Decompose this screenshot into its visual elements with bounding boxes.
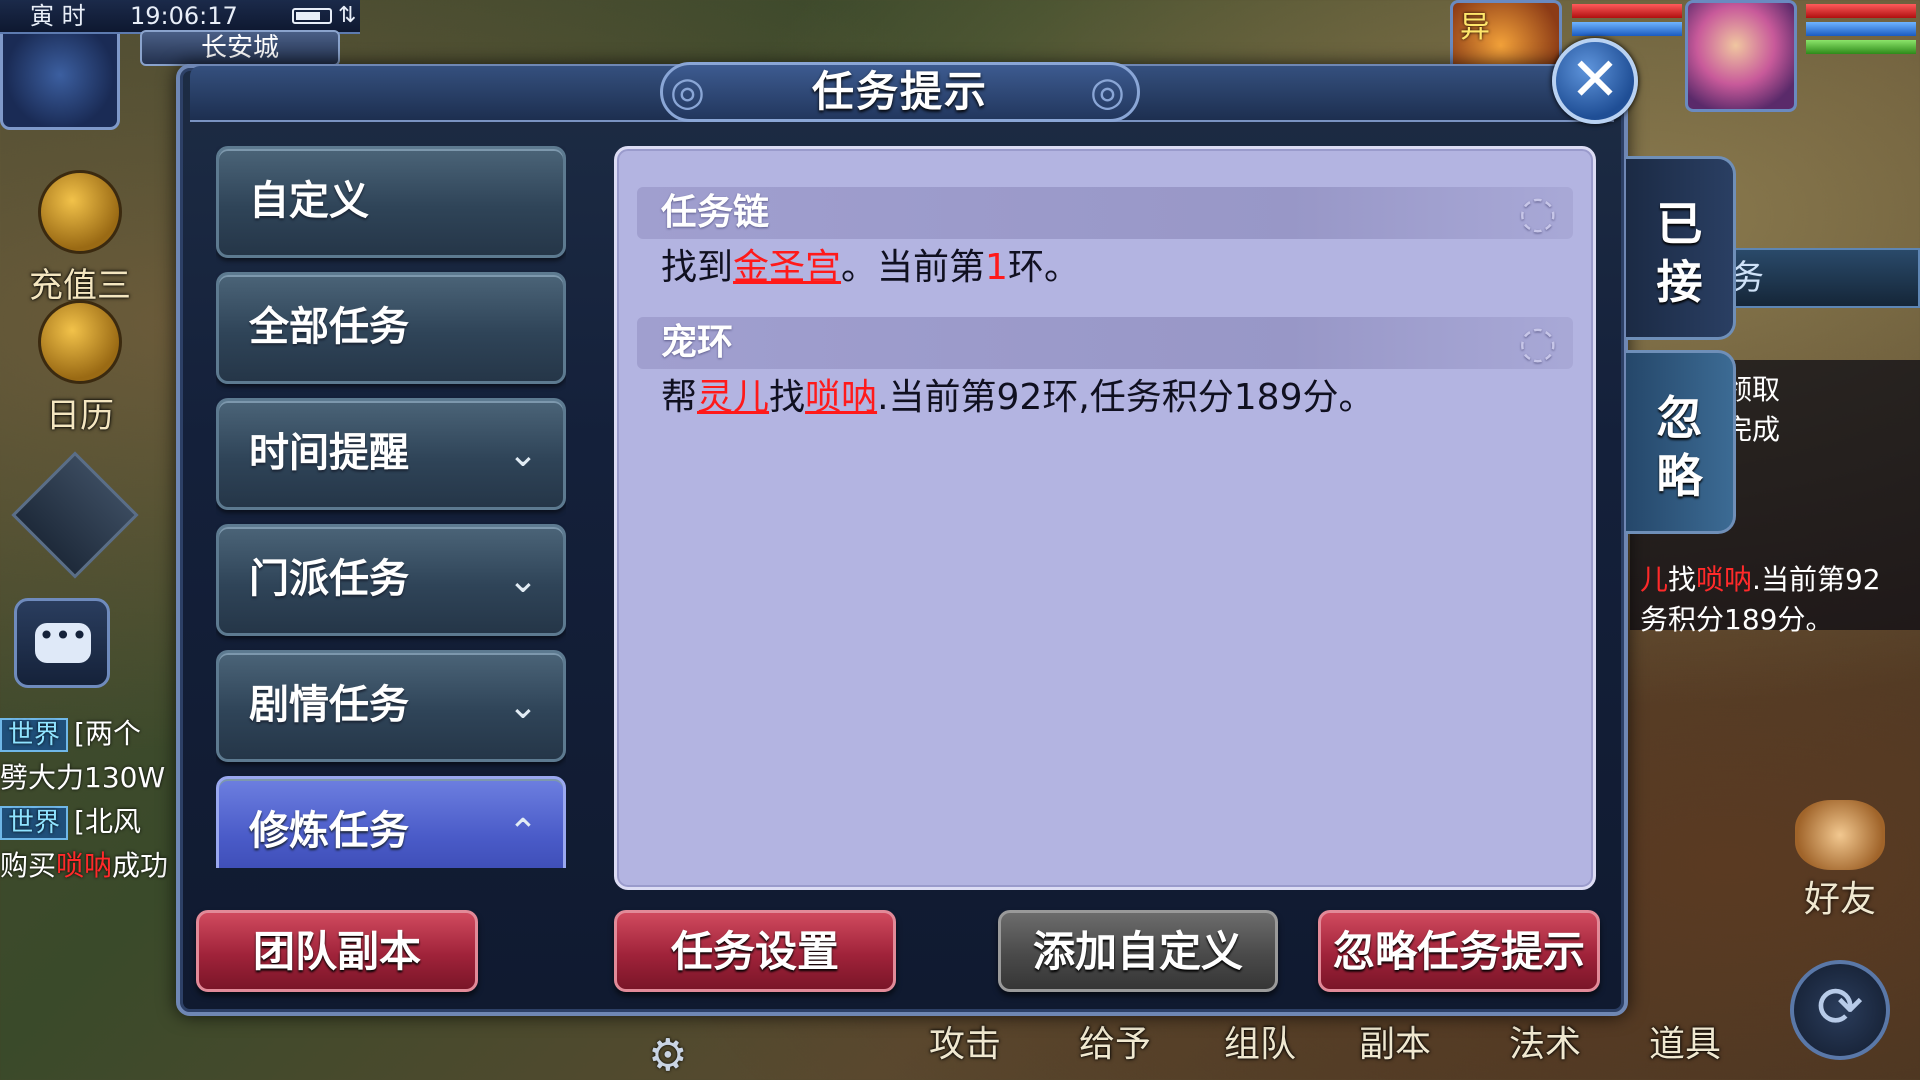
chevron-down-icon: ⌄ (507, 686, 539, 727)
calendar-icon (38, 300, 122, 384)
category-time-reminder[interactable]: 时间提醒 ⌄ (216, 398, 566, 510)
collapse-hud-button[interactable] (11, 451, 139, 579)
status-bar: 寅 时 19:06:17 ⇅ (0, 0, 360, 34)
category-cultivation-tasks[interactable]: 修炼任务 ⌃ (216, 776, 566, 868)
category-all-tasks[interactable]: 全部任务 (216, 272, 566, 384)
pet-status-bars (1572, 4, 1682, 36)
tab-ignored[interactable]: 忽 略 (1626, 350, 1736, 534)
pet-hp-bar (1572, 4, 1682, 18)
channel-tag: 世界 (0, 806, 69, 840)
player-portrait[interactable] (1685, 0, 1797, 112)
cloud-ornament-icon: ◌ (1518, 317, 1557, 368)
category-label: 自定义 (249, 178, 369, 224)
signal-icon: ⇅ (338, 3, 357, 28)
items-button[interactable]: 道具 (1630, 1015, 1740, 1075)
npc-link[interactable]: 金圣宫 (733, 247, 841, 288)
chat-button[interactable]: ••• (14, 598, 110, 688)
category-label: 时间提醒 (249, 430, 409, 476)
npc-link[interactable]: 灵儿 (697, 377, 769, 418)
item-link[interactable]: 唢呐 (805, 377, 877, 418)
category-story-tasks[interactable]: 剧情任务 ⌄ (216, 650, 566, 762)
bottom-action-bar: 攻击 给予 组队 副本 法术 道具 (880, 1015, 1920, 1080)
cloud-ornament-icon: ◌ (1518, 187, 1557, 238)
task-settings-button[interactable]: 任务设置 (614, 910, 896, 992)
ignore-task-hints-button[interactable]: 忽略任务提示 (1318, 910, 1600, 992)
chat-bubble-icon: ••• (35, 622, 91, 663)
player-hp-bar (1806, 4, 1916, 18)
category-label: 剧情任务 (249, 682, 409, 728)
chevron-down-icon: ⌄ (507, 560, 539, 601)
player-exp-bar (1806, 40, 1916, 54)
category-sect-tasks[interactable]: 门派任务 ⌄ (216, 524, 566, 636)
channel-tag: 世界 (0, 718, 69, 752)
category-label: 修炼任务 (249, 808, 409, 854)
chat-line: 购买唢呐成功 (0, 849, 169, 882)
player-status-bars (1806, 4, 1916, 54)
give-button[interactable]: 给予 (1060, 1015, 1170, 1075)
chevron-up-icon: ⌃ (507, 812, 539, 853)
team-button[interactable]: 组队 (1205, 1015, 1315, 1075)
chat-line: 世界 [北风 (0, 800, 190, 844)
dialog-title: 任务提示 (811, 67, 988, 116)
tab-accepted[interactable]: 已 接 (1626, 156, 1736, 340)
attack-button[interactable]: 攻击 (910, 1015, 1020, 1075)
friends-button[interactable]: 好友 (1775, 800, 1905, 922)
tracker-line: 儿找唢呐.当前第92 (1640, 563, 1881, 596)
city-name[interactable]: 长安城 (140, 30, 340, 66)
calendar-button[interactable]: 日历 (20, 300, 140, 437)
task-detail-panel[interactable]: 任务链 ◌ 找到金圣宫。当前第1环。 宠环 ◌ 帮灵儿找唢呐.当前第92环,任务… (614, 146, 1596, 890)
gear-icon[interactable]: ⚙ (648, 1030, 687, 1080)
close-icon[interactable]: ✕ (1552, 38, 1638, 124)
task-header: 宠环 ◌ (637, 317, 1573, 369)
chevron-down-icon: ⌄ (507, 434, 539, 475)
tracker-line: 务积分189分。 (1640, 603, 1834, 636)
shichen-label: 寅 时 (30, 2, 86, 30)
category-custom[interactable]: 自定义 (216, 146, 566, 258)
dungeon-button[interactable]: 副本 (1340, 1015, 1450, 1075)
category-label: 全部任务 (249, 304, 409, 350)
minimap[interactable] (0, 20, 120, 130)
category-list[interactable]: 自定义 全部任务 时间提醒 ⌄ 门派任务 ⌄ 剧情任务 ⌄ 修炼任务 ⌃ (216, 146, 566, 868)
battery-icon (292, 8, 332, 24)
task-entry: 任务链 ◌ 找到金圣宫。当前第1环。 (637, 187, 1573, 297)
skills-button[interactable]: 法术 (1490, 1015, 1600, 1075)
task-header: 任务链 ◌ (637, 187, 1573, 239)
task-description: 找到金圣宫。当前第1环。 (661, 247, 1080, 288)
task-entry: 宠环 ◌ 帮灵儿找唢呐.当前第92环,任务积分189分。 (637, 317, 1573, 427)
chat-line: 世界 [两个 (0, 712, 190, 756)
treasure-chest-icon (38, 170, 122, 254)
category-label: 门派任务 (249, 556, 409, 602)
chat-log[interactable]: 世界 [两个 劈大力130W 世界 [北风 购买唢呐成功 (0, 712, 190, 888)
clock-time: 19:06:17 (130, 2, 238, 30)
handshake-icon (1795, 800, 1885, 870)
pet-label: 异 (1460, 10, 1490, 45)
chat-line: 劈大力130W (0, 761, 166, 794)
player-mp-bar (1806, 22, 1916, 36)
team-dungeon-button[interactable]: 团队副本 (196, 910, 478, 992)
add-custom-button[interactable]: 添加自定义 (998, 910, 1278, 992)
pet-mp-bar (1572, 22, 1682, 36)
task-description: 帮灵儿找唢呐.当前第92环,任务积分189分。 (661, 377, 1375, 418)
